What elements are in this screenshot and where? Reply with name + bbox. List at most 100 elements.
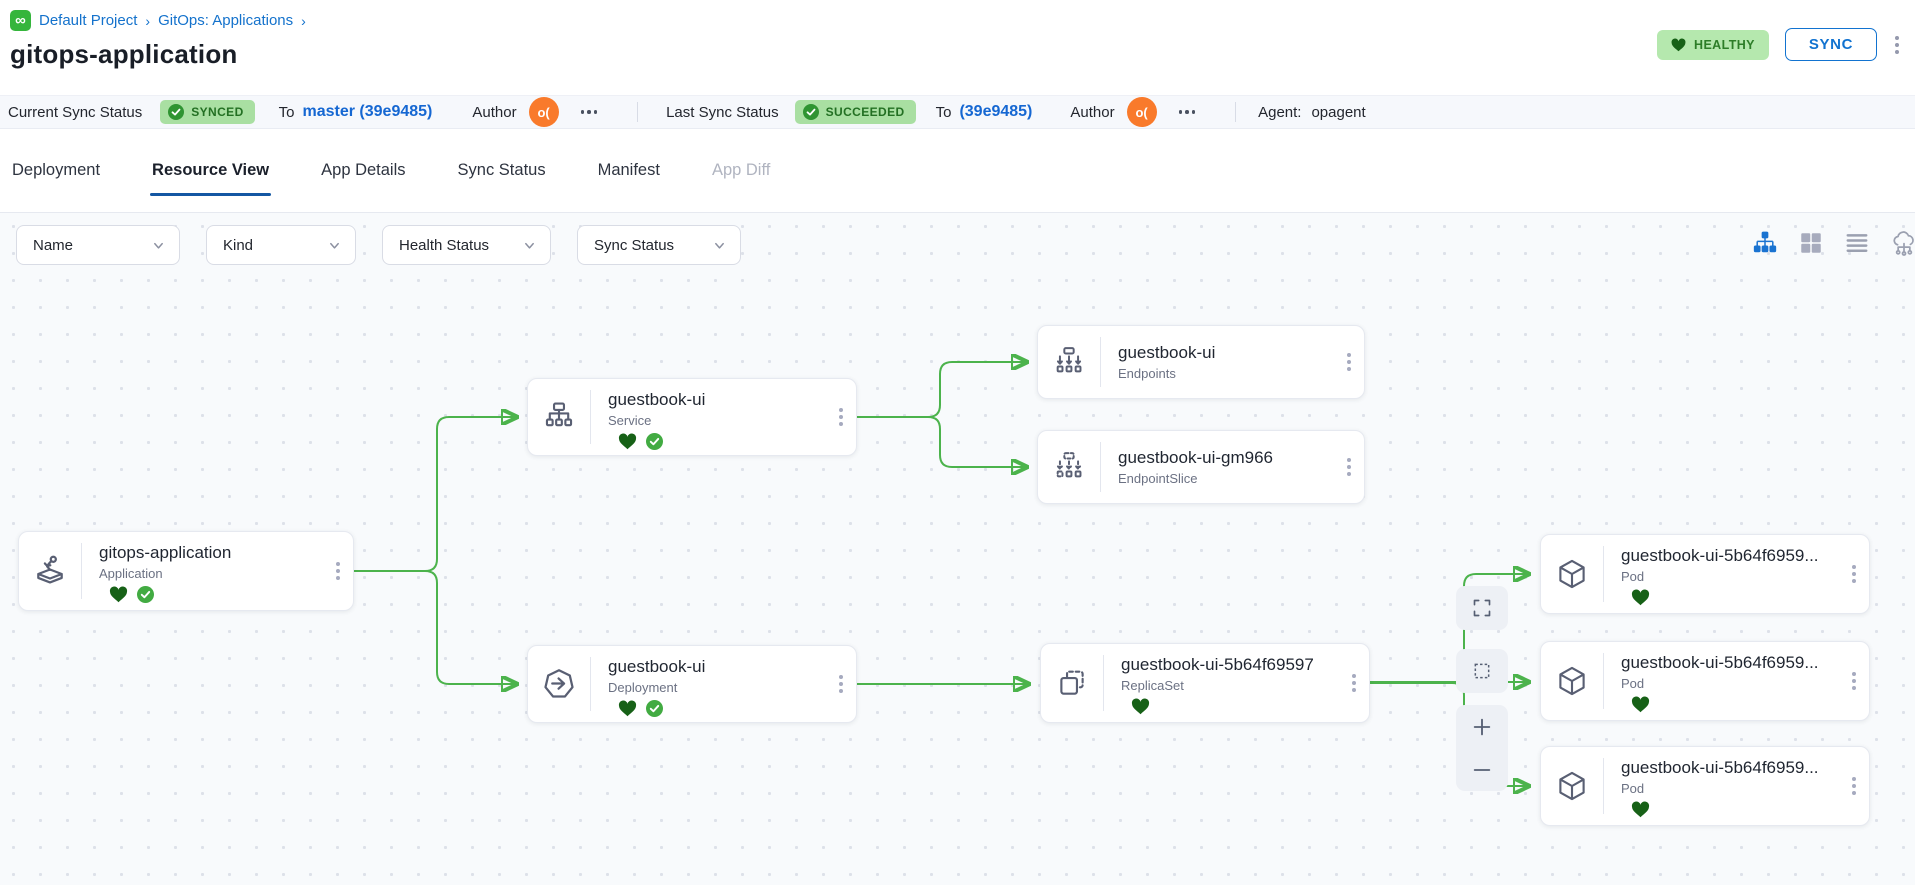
chevron-down-icon — [328, 239, 341, 252]
fit-view-button[interactable] — [1456, 586, 1508, 630]
chevron-down-icon — [152, 239, 165, 252]
grid-view-icon[interactable] — [1798, 230, 1824, 256]
breadcrumb-project-link[interactable]: Default Project — [39, 12, 137, 29]
last-sync-label: Last Sync Status — [666, 104, 779, 121]
node-title: guestbook-ui — [608, 390, 822, 410]
current-sync-label: Current Sync Status — [8, 104, 142, 121]
last-target-revision-link[interactable]: (39e9485) — [959, 103, 1032, 121]
succeeded-badge: SUCCEEDED — [795, 100, 916, 124]
healthy-heart-icon — [1131, 698, 1150, 715]
node-application[interactable]: gitops-application Application — [18, 531, 354, 611]
zoom-button-group — [1456, 705, 1508, 791]
check-circle-icon — [803, 104, 819, 120]
application-icon — [19, 532, 81, 610]
page-title: gitops-application — [10, 39, 1901, 70]
pod-icon — [1541, 747, 1603, 825]
node-title: guestbook-ui-5b64f6959... — [1621, 653, 1835, 673]
node-title: guestbook-ui — [1118, 343, 1330, 363]
node-title: guestbook-ui-5b64f6959... — [1621, 546, 1835, 566]
current-target-revision-link[interactable]: master (39e9485) — [303, 103, 433, 121]
filter-bar: Name Kind Health Status Sync Status — [16, 225, 741, 265]
sync-button[interactable]: SYNC — [1785, 28, 1877, 61]
endpointslice-icon — [1038, 431, 1100, 503]
expand-icon — [1472, 598, 1492, 618]
health-status-badge: HEALTHY — [1657, 30, 1769, 60]
tab-deployment[interactable]: Deployment — [10, 131, 102, 210]
zoom-in-button[interactable] — [1456, 705, 1508, 748]
last-sync-more-icon[interactable] — [1179, 110, 1196, 114]
health-status-filter-dropdown[interactable]: Health Status — [382, 225, 551, 265]
node-pod[interactable]: guestbook-ui-5b64f6959... Pod — [1540, 746, 1870, 826]
kind-filter-dropdown[interactable]: Kind — [206, 225, 356, 265]
tab-resource-view[interactable]: Resource View — [150, 131, 271, 210]
node-menu-icon[interactable] — [826, 646, 856, 722]
node-menu-icon[interactable] — [323, 532, 353, 610]
sync-status-bar: Current Sync Status SYNCED To master (39… — [0, 95, 1915, 129]
synced-badge: SYNCED — [160, 100, 254, 124]
zoom-out-button[interactable] — [1456, 748, 1508, 791]
healthy-heart-icon — [1631, 589, 1650, 606]
healthy-heart-icon — [109, 586, 128, 603]
to-label: To — [936, 104, 952, 121]
node-menu-icon[interactable] — [1839, 642, 1869, 720]
author-avatar[interactable]: o( — [529, 97, 559, 127]
page-more-options-icon[interactable] — [1893, 32, 1901, 58]
node-replicaset[interactable]: guestbook-ui-5b64f69597 ReplicaSet — [1040, 643, 1370, 723]
to-label: To — [279, 104, 295, 121]
node-kind: Service — [608, 413, 822, 428]
node-kind: Pod — [1621, 569, 1835, 584]
node-kind: Deployment — [608, 680, 822, 695]
sync-status-filter-dropdown[interactable]: Sync Status — [577, 225, 741, 265]
node-kind: Pod — [1621, 781, 1835, 796]
tree-view-icon[interactable] — [1752, 230, 1778, 256]
divider — [1235, 102, 1236, 122]
page-header: ∞ Default Project › GitOps: Applications… — [0, 0, 1915, 95]
name-filter-dropdown[interactable]: Name — [16, 225, 180, 265]
current-sync-more-icon[interactable] — [581, 110, 598, 114]
replicaset-icon — [1041, 644, 1103, 722]
author-avatar[interactable]: o( — [1127, 97, 1157, 127]
agent-value: opagent — [1311, 104, 1365, 121]
agent-label: Agent: — [1258, 104, 1301, 121]
node-endpoints[interactable]: guestbook-ui Endpoints — [1037, 325, 1365, 399]
author-label: Author — [1070, 104, 1114, 121]
healthy-heart-icon — [1631, 696, 1650, 713]
divider — [637, 102, 638, 122]
node-menu-icon[interactable] — [826, 379, 856, 455]
list-view-icon[interactable] — [1844, 230, 1870, 256]
node-kind: Endpoints — [1118, 366, 1330, 381]
service-icon — [528, 379, 590, 455]
breadcrumb-separator: › — [145, 13, 150, 29]
synced-check-icon — [646, 700, 663, 717]
plus-icon — [1471, 716, 1493, 738]
node-service[interactable]: guestbook-ui Service — [527, 378, 857, 456]
breadcrumb-applications-link[interactable]: GitOps: Applications — [158, 12, 293, 29]
chevron-down-icon — [713, 239, 726, 252]
node-pod[interactable]: guestbook-ui-5b64f6959... Pod — [1540, 641, 1870, 721]
node-kind: ReplicaSet — [1121, 678, 1335, 693]
healthy-heart-icon — [1631, 801, 1650, 818]
node-kind: Pod — [1621, 676, 1835, 691]
tab-app-diff[interactable]: App Diff — [710, 131, 772, 210]
tab-manifest[interactable]: Manifest — [596, 131, 662, 210]
tab-sync-status[interactable]: Sync Status — [456, 131, 548, 210]
check-circle-icon — [168, 104, 184, 120]
node-menu-icon[interactable] — [1339, 644, 1369, 722]
healthy-heart-icon — [618, 433, 637, 450]
endpoints-icon — [1038, 326, 1100, 398]
view-toggle-group — [1752, 229, 1915, 257]
healthy-heart-icon — [618, 700, 637, 717]
node-deployment[interactable]: guestbook-ui Deployment — [527, 645, 857, 723]
selection-mode-button[interactable] — [1456, 649, 1508, 693]
network-view-icon[interactable] — [1890, 229, 1915, 257]
node-menu-icon[interactable] — [1839, 535, 1869, 613]
node-pod[interactable]: guestbook-ui-5b64f6959... Pod — [1540, 534, 1870, 614]
author-label: Author — [472, 104, 516, 121]
node-menu-icon[interactable] — [1334, 326, 1364, 398]
tab-app-details[interactable]: App Details — [319, 131, 407, 210]
node-menu-icon[interactable] — [1839, 747, 1869, 825]
node-endpointslice[interactable]: guestbook-ui-gm966 EndpointSlice — [1037, 430, 1365, 504]
tab-bar: Deployment Resource View App Details Syn… — [0, 129, 1915, 213]
node-menu-icon[interactable] — [1334, 431, 1364, 503]
resource-graph-canvas[interactable]: Name Kind Health Status Sync Status — [0, 213, 1915, 885]
